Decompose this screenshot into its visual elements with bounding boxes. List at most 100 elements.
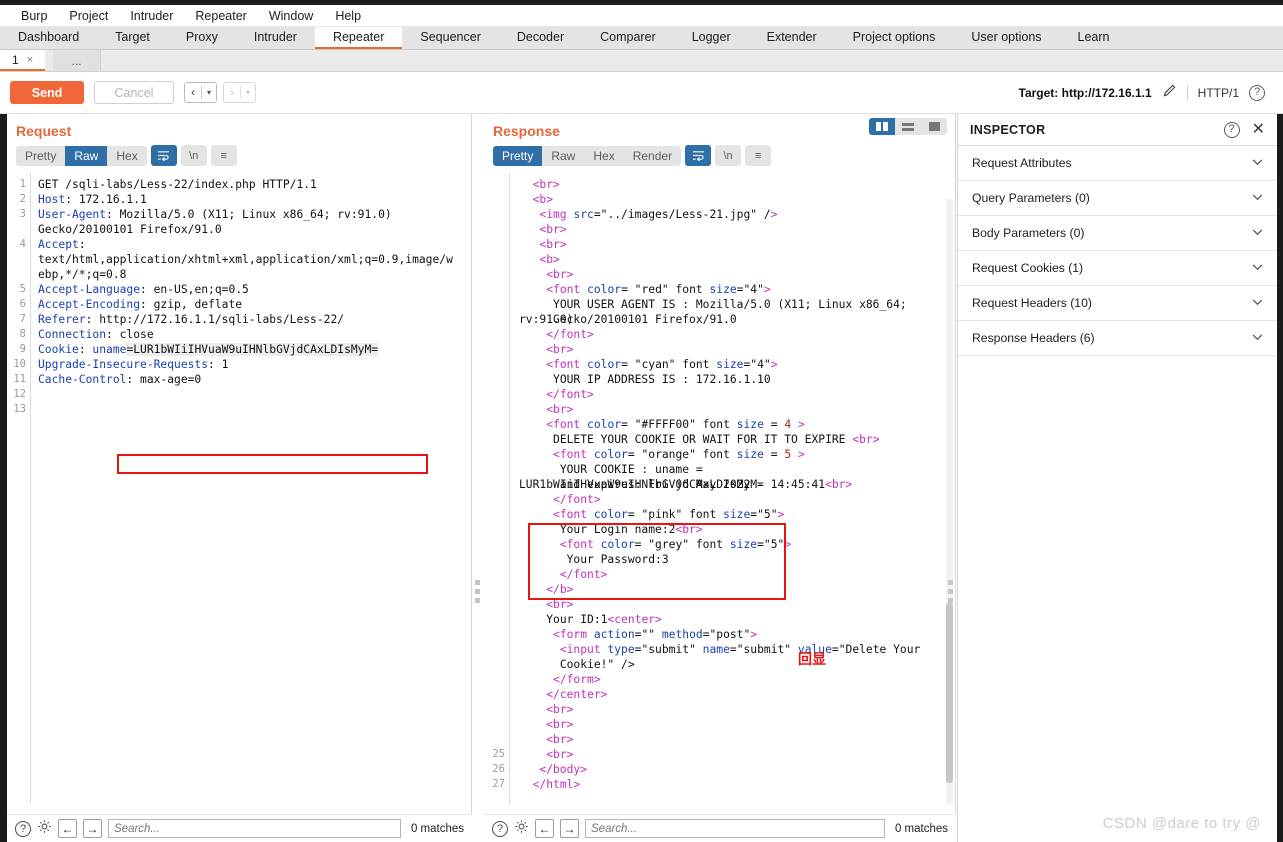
tab-logger[interactable]: Logger xyxy=(674,27,749,49)
search-next-button[interactable]: → xyxy=(560,819,579,838)
request-view-hex[interactable]: Hex xyxy=(107,145,147,166)
layout-toggle-group xyxy=(869,118,947,135)
inspector-section-response-headers[interactable]: Response Headers (6) xyxy=(958,321,1277,356)
help-icon[interactable]: ? xyxy=(492,820,508,837)
close-icon[interactable]: ✕ xyxy=(1252,121,1265,138)
request-raw-text[interactable]: GET /sqli-labs/Less-22/index.php HTTP/1.… xyxy=(32,173,471,417)
request-editor[interactable]: 1 2 3 4 5 6 7 8 9 10 11 12 13 GET /sqli-… xyxy=(7,173,471,803)
response-newline-icon[interactable]: \n xyxy=(715,145,742,166)
line-number: 27 xyxy=(492,778,505,790)
tab-comparer[interactable]: Comparer xyxy=(582,27,674,49)
line-number: 3 xyxy=(19,208,26,220)
scrollbar-thumb[interactable] xyxy=(946,603,953,783)
close-icon[interactable]: × xyxy=(27,54,33,66)
inspector-section-query-parameters[interactable]: Query Parameters (0) xyxy=(958,181,1277,216)
menu-item-help[interactable]: Help xyxy=(324,7,372,25)
request-options-menu-icon[interactable]: ≡ xyxy=(210,145,237,166)
send-button[interactable]: Send xyxy=(10,81,84,104)
help-icon[interactable]: ? xyxy=(15,820,31,837)
repeater-tab-strip: 1 × ... xyxy=(0,50,1283,72)
tab-proxy[interactable]: Proxy xyxy=(168,27,236,49)
response-search-input[interactable] xyxy=(585,819,885,838)
inspector-section-request-cookies[interactable]: Request Cookies (1) xyxy=(958,251,1277,286)
help-icon[interactable]: ? xyxy=(1223,121,1240,138)
next-request-button[interactable]: › ▾ xyxy=(223,82,257,103)
menu-item-project[interactable]: Project xyxy=(58,7,119,25)
tab-decoder[interactable]: Decoder xyxy=(499,27,582,49)
tab-target[interactable]: Target xyxy=(97,27,168,49)
inspector-section-request-attributes[interactable]: Request Attributes xyxy=(958,146,1277,181)
request-search-input[interactable] xyxy=(108,819,401,838)
cancel-button[interactable]: Cancel xyxy=(94,81,174,104)
previous-request-button[interactable]: ‹ ▾ xyxy=(184,82,218,103)
gear-icon[interactable] xyxy=(37,819,52,839)
response-view-render[interactable]: Render xyxy=(623,145,682,166)
inspector-section-body-parameters[interactable]: Body Parameters (0) xyxy=(958,216,1277,251)
menu-item-repeater[interactable]: Repeater xyxy=(184,7,257,25)
chevron-right-icon: › xyxy=(230,85,235,99)
tab-user-options[interactable]: User options xyxy=(953,27,1059,49)
menu-item-intruder[interactable]: Intruder xyxy=(119,7,184,25)
section-label: Response Headers (6) xyxy=(972,331,1095,345)
chevron-left-icon: ‹ xyxy=(191,85,195,99)
response-editor[interactable]: 25 26 27 <br> <b> <img src="../images/Le… xyxy=(484,173,955,805)
line-number: 6 xyxy=(19,298,26,310)
line-number: 4 xyxy=(19,238,26,250)
pencil-icon[interactable] xyxy=(1162,83,1177,103)
line-number: 5 xyxy=(19,283,26,295)
response-view-raw[interactable]: Raw xyxy=(542,145,585,166)
line-number: 7 xyxy=(19,313,26,325)
response-scrollbar[interactable] xyxy=(946,199,953,805)
repeater-tab-1[interactable]: 1 × xyxy=(0,50,46,71)
tab-sequencer[interactable]: Sequencer xyxy=(402,27,498,49)
section-label: Body Parameters (0) xyxy=(972,226,1085,240)
single-icon[interactable] xyxy=(921,118,947,135)
response-panel: Response Pretty Raw Hex Render \n ≡ 25 2… xyxy=(484,114,956,814)
tab-project-options[interactable]: Project options xyxy=(835,27,954,49)
tab-intruder[interactable]: Intruder xyxy=(236,27,315,49)
request-view-pretty[interactable]: Pretty xyxy=(16,145,66,166)
response-word-wrap-icon[interactable] xyxy=(685,145,712,166)
menu-item-burp[interactable]: Burp xyxy=(10,7,58,25)
request-pane-drag-handle[interactable] xyxy=(475,580,480,603)
gear-icon[interactable] xyxy=(514,819,529,839)
tab-dashboard[interactable]: Dashboard xyxy=(0,27,97,49)
chevron-down-icon xyxy=(1252,333,1263,344)
request-line-numbers: 1 2 3 4 5 6 7 8 9 10 11 12 13 xyxy=(7,173,31,803)
search-previous-button[interactable]: ← xyxy=(58,819,77,838)
http-version-label[interactable]: HTTP/1 xyxy=(1198,86,1239,100)
chevron-down-icon xyxy=(1252,228,1263,239)
line-number: 13 xyxy=(13,403,26,415)
response-view-hex[interactable]: Hex xyxy=(584,145,624,166)
inspector-section-request-headers[interactable]: Request Headers (10) xyxy=(958,286,1277,321)
help-icon[interactable]: ? xyxy=(1249,84,1265,101)
line-number: 8 xyxy=(19,328,26,340)
response-pane-drag-handle[interactable] xyxy=(948,580,953,603)
tab-extender[interactable]: Extender xyxy=(749,27,835,49)
stacked-icon[interactable] xyxy=(895,118,921,135)
new-repeater-tab-button[interactable]: ... xyxy=(53,50,102,71)
tab-repeater[interactable]: Repeater xyxy=(314,27,403,49)
request-view-raw[interactable]: Raw xyxy=(65,145,108,166)
side-by-side-icon[interactable] xyxy=(869,118,895,135)
repeater-tab-1-label: 1 xyxy=(12,52,19,67)
search-previous-button[interactable]: ← xyxy=(535,819,554,838)
target-area: Target: http://172.16.1.1 HTTP/1 ? xyxy=(1019,83,1274,103)
response-pretty-text[interactable]: <br> <b> <img src="../images/Less-21.jpg… xyxy=(511,173,945,792)
response-view-pretty[interactable]: Pretty xyxy=(493,145,543,166)
divider xyxy=(1186,84,1188,101)
menu-item-window[interactable]: Window xyxy=(258,7,324,25)
tab-strip-filler xyxy=(101,50,1283,71)
chevron-down-icon: ▾ xyxy=(246,88,251,97)
response-view-segments: Pretty Raw Hex Render xyxy=(493,145,682,166)
line-number: 2 xyxy=(19,193,26,205)
request-word-wrap-icon[interactable] xyxy=(150,145,177,166)
chinese-echo-note: 回显 xyxy=(798,652,826,668)
search-next-button[interactable]: → xyxy=(83,819,102,838)
response-options-menu-icon[interactable]: ≡ xyxy=(745,145,772,166)
inspector-header: INSPECTOR ? ✕ xyxy=(958,114,1277,146)
response-status-bar: ? ← → 0 matches xyxy=(484,814,956,842)
request-newline-icon[interactable]: \n xyxy=(180,145,207,166)
tab-learn[interactable]: Learn xyxy=(1060,27,1128,49)
chevron-down-icon: ▾ xyxy=(207,88,212,97)
